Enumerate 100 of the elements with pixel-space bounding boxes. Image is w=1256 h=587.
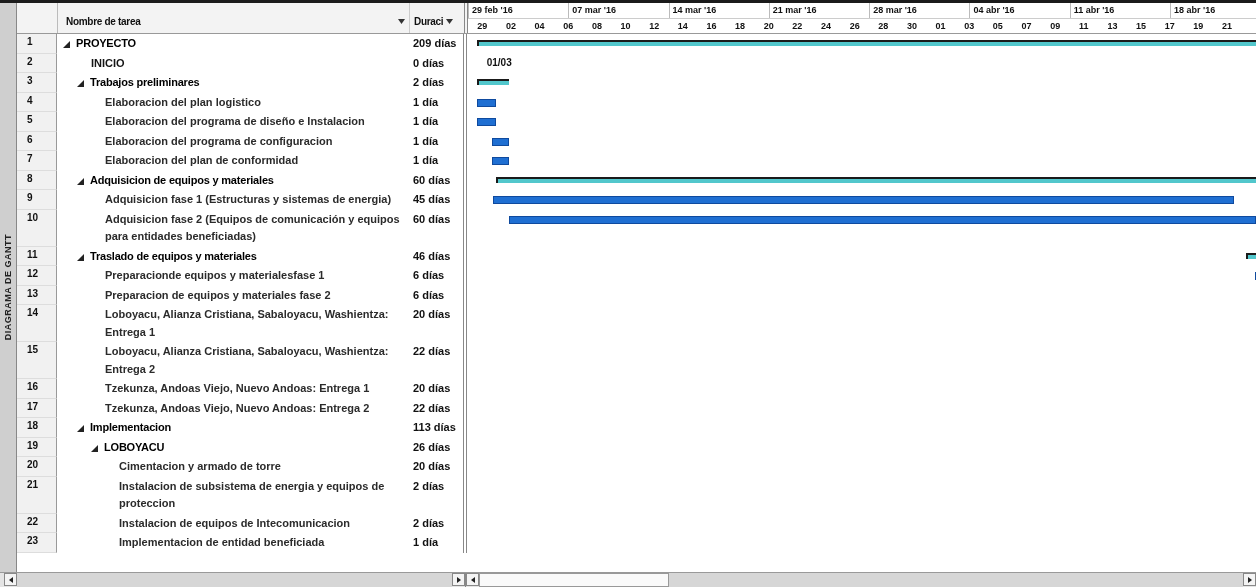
- timescale-day-label: 01: [934, 19, 947, 33]
- task-duration: 45 días: [409, 190, 467, 210]
- row-number[interactable]: 1: [17, 34, 57, 54]
- task-duration: 22 días: [409, 398, 467, 418]
- timescale-day-label: 18: [734, 19, 747, 33]
- task-name: Tzekunza, Andoas Viejo, Nuevo Andoas: Entrega 1: [105, 381, 370, 396]
- row-number[interactable]: 5: [17, 112, 57, 132]
- scroll-left-button[interactable]: [466, 573, 479, 586]
- row-number[interactable]: 18: [17, 418, 57, 438]
- summary-bar[interactable]: [495, 176, 1256, 183]
- timescale-day-label: 06: [562, 19, 575, 33]
- row-number[interactable]: 7: [17, 151, 57, 171]
- column-header[interactable]: Nombre de tarea: [58, 3, 410, 33]
- task-name: INICIO: [91, 55, 125, 71]
- row-number[interactable]: 21: [17, 476, 57, 514]
- row-number[interactable]: 23: [17, 533, 57, 553]
- task-name: Instalacion de subsistema de energia y equipos de proteccion: [119, 478, 386, 511]
- right-arrow-icon: [1247, 576, 1252, 583]
- timescale-week-label: 18 abr '16: [1169, 3, 1256, 18]
- task-bar[interactable]: [477, 98, 496, 107]
- timescale-week-label: 07 mar '16: [568, 3, 669, 18]
- dropdown-arrow-icon[interactable]: [398, 19, 405, 24]
- task-duration: 20 días: [409, 379, 467, 399]
- collapse-triangle-icon[interactable]: [77, 177, 84, 185]
- task-name: Loboyacu, Alianza Cristiana, Sabaloyacu, Washientza: Entrega 2: [105, 344, 390, 377]
- timescale-day-label: 07: [1020, 19, 1033, 33]
- dropdown-arrow-icon[interactable]: [446, 19, 454, 24]
- task-duration: 1 día: [409, 151, 467, 171]
- task-bar[interactable]: [492, 137, 509, 146]
- row-number[interactable]: 11: [17, 246, 57, 266]
- scroll-left-button[interactable]: [4, 573, 17, 586]
- task-duration: 20 días: [409, 457, 467, 477]
- right-arrow-icon: [456, 576, 461, 583]
- collapse-triangle-icon[interactable]: [91, 444, 98, 452]
- collapse-triangle-icon[interactable]: [77, 80, 84, 87]
- timescale-day-label: 22: [791, 19, 804, 33]
- timescale-day-label: 19: [1192, 19, 1205, 33]
- scrollbar-thumb[interactable]: [479, 573, 669, 587]
- task-duration: 22 días: [409, 342, 467, 379]
- timescale-day-label: 02: [504, 19, 517, 33]
- timescale-day-label: 03: [963, 19, 976, 33]
- row-number[interactable]: 16: [17, 379, 57, 399]
- scroll-right-button[interactable]: [1243, 573, 1256, 586]
- task-duration: 209 días: [409, 34, 467, 54]
- row-number[interactable]: 9: [17, 190, 57, 210]
- timescale-day-label: 28: [877, 19, 890, 33]
- left-arrow-icon: [8, 576, 13, 583]
- left-arrow-icon: [470, 576, 475, 583]
- task-name: Preparacion de equipos y materiales fase 2: [105, 287, 331, 303]
- task-name: PROYECTO: [76, 36, 136, 51]
- task-name: Tzekunza, Andoas Viejo, Nuevo Andoas: Entrega 2: [105, 400, 370, 416]
- task-bar[interactable]: [508, 215, 1256, 224]
- row-number[interactable]: 22: [17, 513, 57, 533]
- summary-bar[interactable]: [477, 40, 1256, 46]
- row-number[interactable]: 2: [17, 53, 57, 73]
- task-name: Trabajos preliminares: [90, 75, 200, 90]
- task-duration: 60 días: [409, 170, 467, 190]
- summary-bar[interactable]: [1245, 252, 1256, 259]
- row-number[interactable]: 3: [17, 73, 57, 93]
- task-duration: 6 días: [409, 285, 467, 305]
- row-number[interactable]: 13: [17, 285, 57, 305]
- task-duration: 60 días: [409, 209, 467, 247]
- row-number[interactable]: 8: [17, 170, 57, 190]
- task-name: Instalacion de equipos de Intecomunicacion: [119, 515, 351, 531]
- timescale-day-label: 14: [676, 19, 689, 33]
- task-duration: 1 día: [409, 112, 467, 132]
- task-duration: 113 días: [409, 418, 467, 438]
- task-duration: 46 días: [409, 246, 467, 266]
- timescale-day-label: 10: [619, 19, 632, 33]
- timescale-day-label: 04: [533, 19, 546, 33]
- row-number[interactable]: 19: [17, 437, 57, 457]
- timescale-day-label: 26: [848, 19, 861, 33]
- row-number[interactable]: 12: [17, 266, 57, 286]
- task-name: Elaboracion del plan de conformidad: [105, 153, 299, 168]
- row-number[interactable]: 20: [17, 457, 57, 477]
- timescale-week-label: 21 mar '16: [768, 3, 870, 18]
- collapse-triangle-icon[interactable]: [77, 253, 84, 261]
- timescale-day-label: 13: [1106, 19, 1119, 33]
- row-number[interactable]: 17: [17, 398, 57, 418]
- timescale-day-label: 15: [1135, 19, 1148, 33]
- timescale-week-label: 28 mar '16: [869, 3, 970, 18]
- collapse-triangle-icon[interactable]: [77, 425, 84, 432]
- view-bar[interactable]: DIAGRAMA DE GANTT: [0, 3, 17, 572]
- summary-bar[interactable]: [477, 79, 509, 85]
- task-name: Adquisicion fase 2 (Equipos de comunicación y equipos para entidades beneficiadas): [105, 211, 401, 244]
- row-number[interactable]: 15: [17, 342, 57, 379]
- row-number[interactable]: 4: [17, 92, 57, 112]
- timescale-day-label: 12: [648, 19, 661, 33]
- task-name: LOBOYACU: [104, 439, 165, 455]
- task-duration: 2 días: [409, 476, 467, 514]
- row-number[interactable]: 10: [17, 209, 57, 247]
- scroll-right-button[interactable]: [452, 573, 465, 586]
- timescale-day-label: 21: [1220, 19, 1233, 33]
- task-name: Traslado de equipos y materiales: [90, 248, 257, 264]
- task-name: Adquisicion fase 1 (Estructuras y sistemas de energia): [105, 192, 392, 207]
- row-number[interactable]: 6: [17, 131, 57, 151]
- task-duration: 1 día: [409, 131, 467, 151]
- task-duration: 1 día: [409, 92, 467, 112]
- collapse-triangle-icon[interactable]: [63, 41, 70, 48]
- row-number[interactable]: 14: [17, 305, 57, 342]
